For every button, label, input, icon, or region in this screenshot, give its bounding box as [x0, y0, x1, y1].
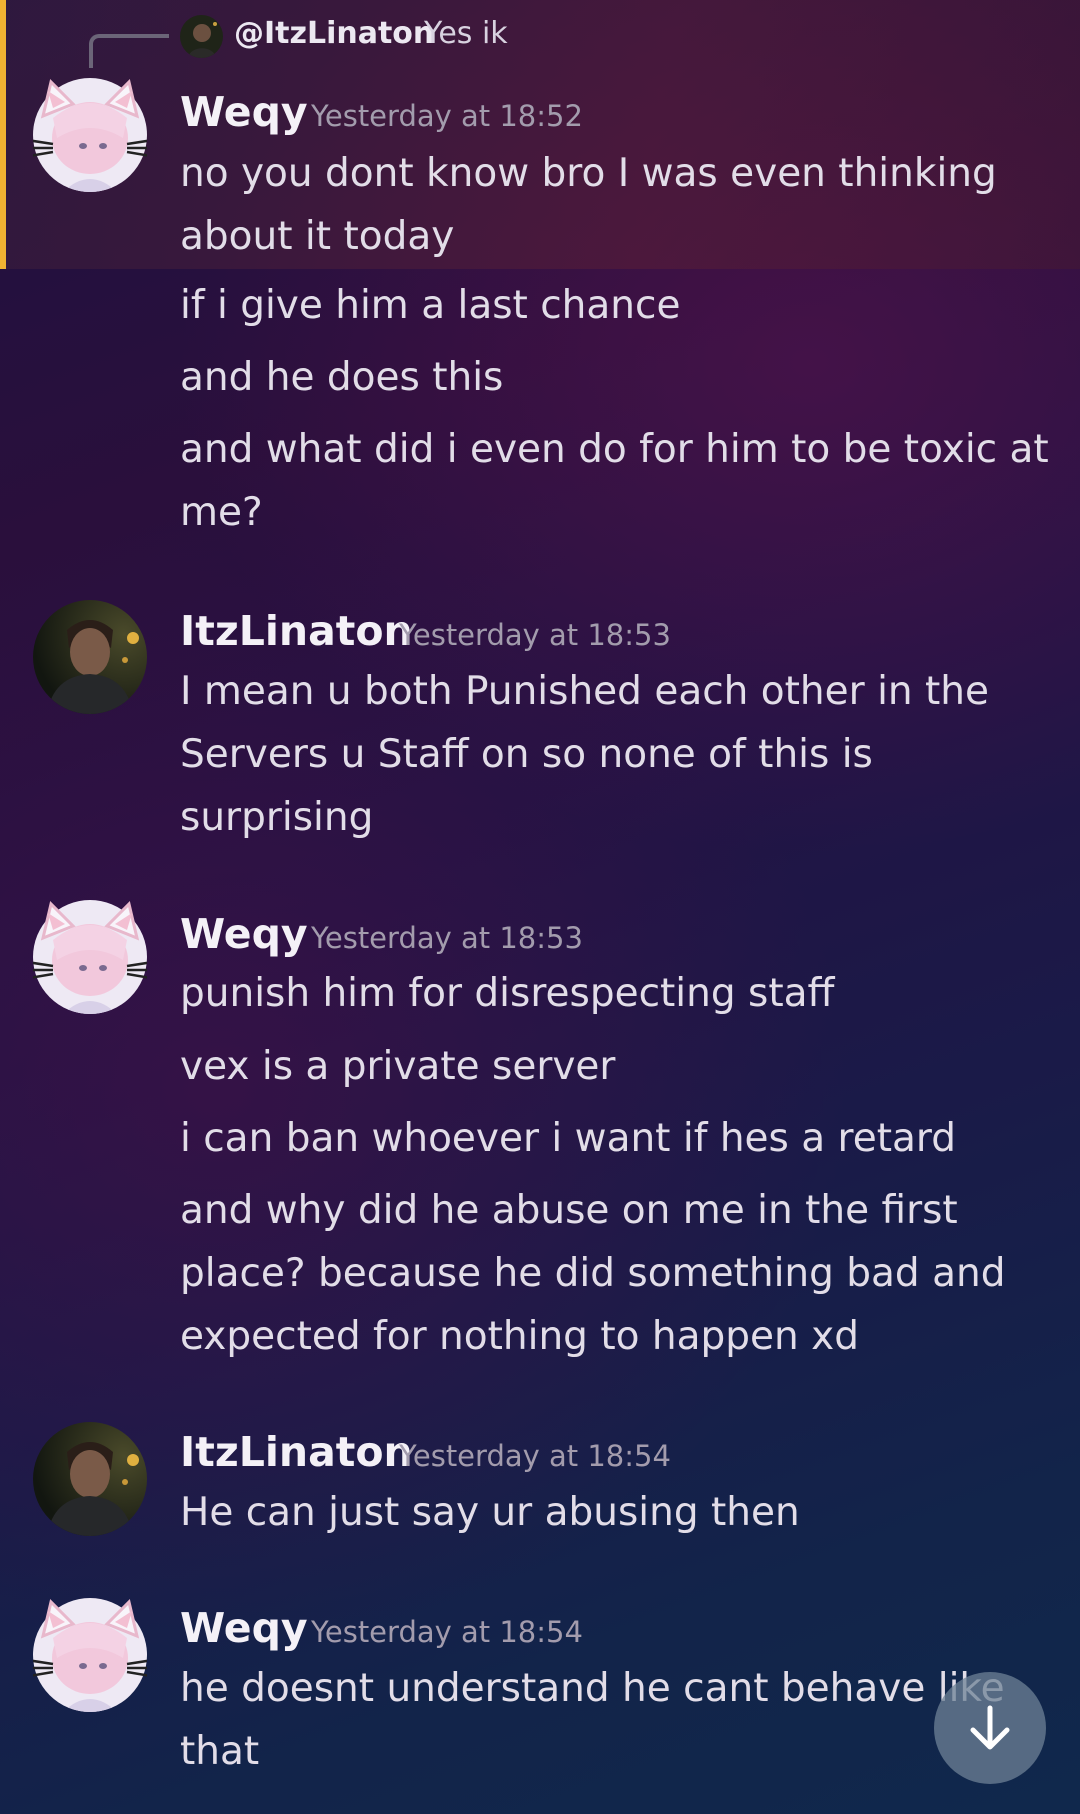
message-text[interactable]: and why did he abuse on me in the first	[180, 1179, 1040, 1242]
message-text[interactable]: if i give him a last chance	[180, 274, 1040, 337]
reply-username[interactable]: @ItzLinaton	[234, 16, 434, 51]
message-timestamp: Yesterday at 18:53	[311, 921, 583, 955]
jump-to-present-button[interactable]	[934, 1672, 1046, 1784]
message-text[interactable]: that	[180, 1720, 1040, 1783]
message-timestamp: Yesterday at 18:54	[311, 1615, 583, 1649]
message-text[interactable]: He can just say ur abusing then	[180, 1481, 1040, 1544]
message-text[interactable]: about it today	[180, 205, 1040, 268]
message-text[interactable]: I mean u both Punished each other in the	[180, 660, 1040, 723]
chat-messages: @ItzLinaton Yes ik Weqy Yesterday at 18:…	[0, 0, 1080, 1814]
itzlinaton-avatar-icon	[33, 1422, 147, 1536]
message-text[interactable]: he doesnt understand he cant behave like	[180, 1657, 1040, 1720]
message-text[interactable]: place? because he did something bad and	[180, 1242, 1040, 1305]
itzlinaton-avatar-icon	[33, 600, 147, 714]
weqy-avatar[interactable]	[26, 78, 154, 192]
message-text[interactable]: no you dont know bro I was even thinking	[180, 142, 1040, 205]
reply-text[interactable]: Yes ik	[424, 16, 508, 51]
itzlinaton-avatar[interactable]	[33, 600, 147, 714]
arrow-down-icon	[970, 1705, 1010, 1750]
message-timestamp: Yesterday at 18:54	[399, 1439, 671, 1473]
message-username[interactable]: ItzLinaton	[180, 607, 413, 655]
weqy-avatar[interactable]	[26, 1598, 154, 1712]
itzlinaton-avatar[interactable]	[33, 1422, 147, 1536]
message-text[interactable]: expected for nothing to happen xd	[180, 1305, 1040, 1368]
message-text[interactable]: punish him for disrespecting staff	[180, 962, 1040, 1025]
reply-avatar[interactable]	[180, 15, 223, 58]
message-timestamp: Yesterday at 18:52	[311, 99, 583, 133]
message-username[interactable]: Weqy	[180, 910, 308, 958]
weqy-avatar-icon	[26, 1598, 154, 1712]
message-text[interactable]: surprising	[180, 786, 1040, 849]
weqy-avatar[interactable]	[26, 900, 154, 1014]
message-text[interactable]: and what did i even do for him to be tox…	[180, 418, 1049, 481]
message-text[interactable]: vex is a private server	[180, 1035, 1040, 1098]
itzlinaton-avatar-small-icon	[180, 15, 223, 58]
message-text[interactable]: and he does this	[180, 346, 1040, 409]
message-username[interactable]: Weqy	[180, 1604, 308, 1652]
reply-connector	[89, 34, 169, 68]
message-text[interactable]: Servers u Staff on so none of this is	[180, 723, 1040, 786]
message-timestamp: Yesterday at 18:53	[399, 618, 671, 652]
weqy-avatar-icon	[26, 78, 154, 192]
message-username[interactable]: ItzLinaton	[180, 1428, 413, 1476]
message-text[interactable]: i can ban whoever i want if hes a retard	[180, 1107, 1040, 1170]
weqy-avatar-icon	[26, 900, 154, 1014]
message-text[interactable]: me?	[180, 481, 1040, 544]
message-username[interactable]: Weqy	[180, 88, 308, 136]
